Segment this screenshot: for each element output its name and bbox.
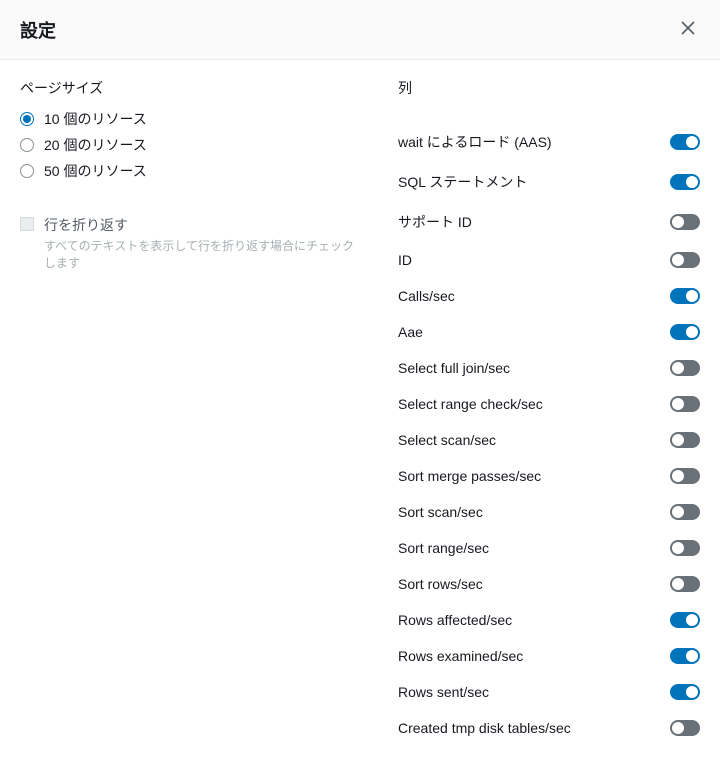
wrap-lines-label: 行を折り返す [44, 215, 128, 235]
column-toggle[interactable] [670, 174, 700, 190]
column-row: Select range check/sec [398, 386, 700, 422]
column-toggle[interactable] [670, 324, 700, 340]
column-toggle[interactable] [670, 214, 700, 230]
column-row: Select full join/sec [398, 350, 700, 386]
column-label: Rows affected/sec [398, 612, 512, 628]
close-button[interactable] [676, 16, 700, 43]
page-size-option[interactable]: 10 個のリソース [20, 106, 362, 132]
column-row: Rows affected/sec [398, 602, 700, 638]
column-toggle[interactable] [670, 684, 700, 700]
page-size-radio-group: 10 個のリソース 20 個のリソース 50 個のリソース [20, 106, 362, 184]
column-row: Sort range/sec [398, 530, 700, 566]
close-icon [680, 20, 696, 39]
column-toggle[interactable] [670, 252, 700, 268]
column-row: wait によるロード (AAS) [398, 122, 700, 162]
column-label: SQL ステートメント [398, 172, 527, 192]
wrap-lines-input[interactable] [20, 217, 34, 231]
column-toggle[interactable] [670, 134, 700, 150]
page-size-label: 10 個のリソース [44, 109, 147, 129]
column-row: Created tmp disk tables/sec [398, 710, 700, 746]
page-size-radio[interactable] [20, 138, 34, 152]
column-label: wait によるロード (AAS) [398, 132, 552, 152]
column-row: サポート ID [398, 202, 700, 242]
page-size-option[interactable]: 50 個のリソース [20, 158, 362, 184]
column-row: Sort merge passes/sec [398, 458, 700, 494]
column-toggle[interactable] [670, 360, 700, 376]
column-row: Calls/sec [398, 278, 700, 314]
column-row: Sort scan/sec [398, 494, 700, 530]
column-label: Sort scan/sec [398, 504, 483, 520]
column-toggle[interactable] [670, 648, 700, 664]
column-label: Calls/sec [398, 288, 455, 304]
column-toggle[interactable] [670, 432, 700, 448]
column-label: Created tmp disk tables/sec [398, 720, 571, 736]
column-toggle[interactable] [670, 504, 700, 520]
column-label: Sort merge passes/sec [398, 468, 541, 484]
column-row: Rows examined/sec [398, 638, 700, 674]
column-row: Rows sent/sec [398, 674, 700, 710]
wrap-lines-checkbox[interactable]: 行を折り返す [20, 212, 362, 238]
column-toggle[interactable] [670, 468, 700, 484]
page-size-radio[interactable] [20, 164, 34, 178]
column-row: ID [398, 242, 700, 278]
page-size-label: 20 個のリソース [44, 135, 147, 155]
page-size-radio[interactable] [20, 112, 34, 126]
column-row: SQL ステートメント [398, 162, 700, 202]
column-label: Rows examined/sec [398, 648, 523, 664]
column-label: Sort rows/sec [398, 576, 483, 592]
column-label: Aae [398, 324, 423, 340]
column-label: サポート ID [398, 212, 472, 232]
page-size-option[interactable]: 20 個のリソース [20, 132, 362, 158]
columns-list: wait によるロード (AAS) SQL ステートメントサポート ID ID Cal… [398, 122, 700, 746]
wrap-lines-description: すべてのテキストを表示して行を折り返す場合にチェックします [44, 238, 362, 272]
column-toggle[interactable] [670, 576, 700, 592]
column-toggle[interactable] [670, 540, 700, 556]
column-toggle[interactable] [670, 720, 700, 736]
columns-title: 列 [398, 78, 700, 98]
column-label: Sort range/sec [398, 540, 489, 556]
settings-title: 設定 [20, 17, 56, 43]
page-size-label: 50 個のリソース [44, 161, 147, 181]
page-size-title: ページサイズ [20, 78, 362, 98]
column-label: Select range check/sec [398, 396, 543, 412]
column-label: Select scan/sec [398, 432, 496, 448]
column-row: Aae [398, 314, 700, 350]
column-toggle[interactable] [670, 612, 700, 628]
column-label: ID [398, 252, 412, 268]
column-toggle[interactable] [670, 396, 700, 412]
column-toggle[interactable] [670, 288, 700, 304]
column-row: Sort rows/sec [398, 566, 700, 602]
column-label: Rows sent/sec [398, 684, 489, 700]
column-row: Select scan/sec [398, 422, 700, 458]
column-label: Select full join/sec [398, 360, 510, 376]
